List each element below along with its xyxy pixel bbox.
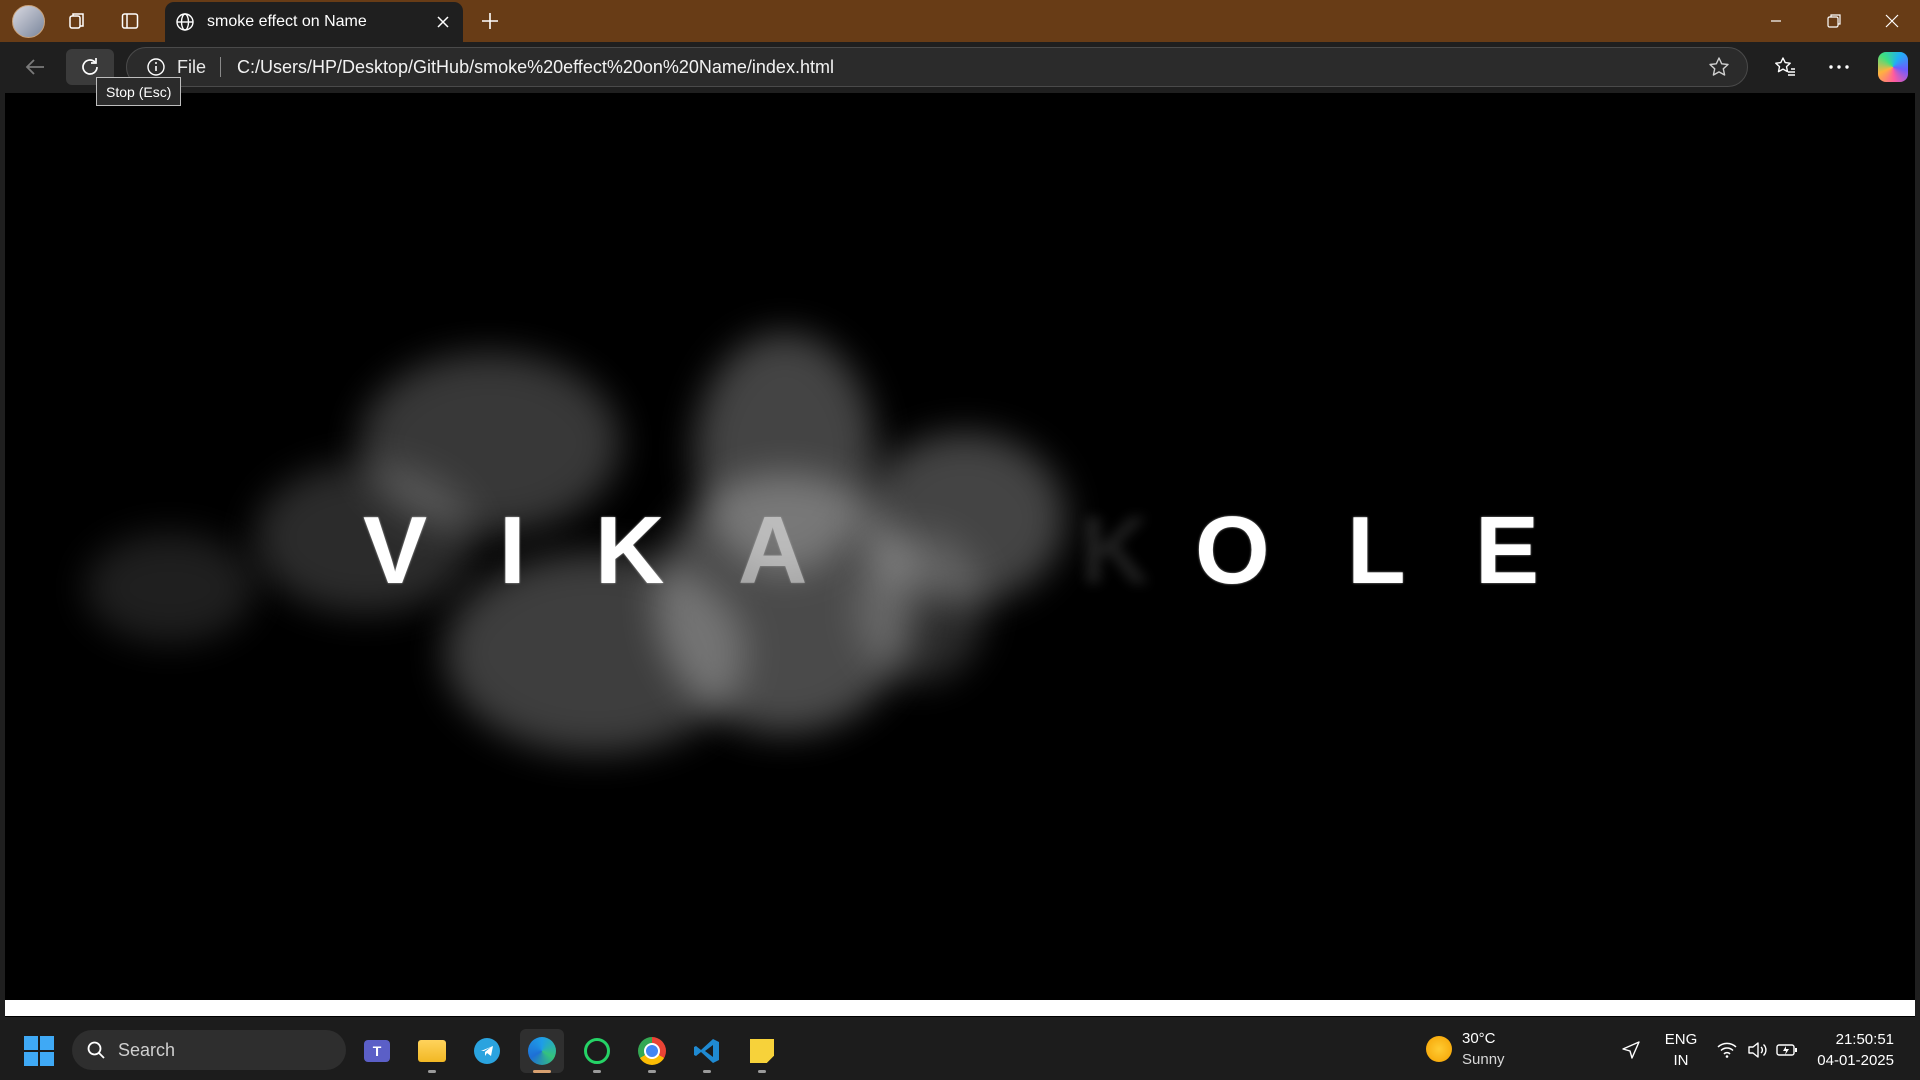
name-letter: K bbox=[595, 497, 665, 604]
weather-condition[interactable]: Sunny bbox=[1462, 1051, 1505, 1068]
vscode-icon[interactable] bbox=[685, 1029, 729, 1073]
language-region[interactable]: IN bbox=[1662, 1052, 1700, 1069]
more-icon[interactable] bbox=[1821, 50, 1857, 84]
back-arrow-icon[interactable] bbox=[18, 50, 52, 84]
edge-icon[interactable] bbox=[520, 1029, 564, 1073]
telegram-icon[interactable] bbox=[465, 1029, 509, 1073]
location-icon[interactable] bbox=[1618, 1037, 1644, 1063]
toolbar: File C:/Users/HP/Desktop/GitHub/smoke%20… bbox=[0, 42, 1920, 92]
search-label: Search bbox=[118, 1039, 176, 1060]
name-letter: I bbox=[499, 497, 526, 604]
star-icon[interactable] bbox=[1705, 53, 1733, 81]
tab-title: smoke effect on Name bbox=[207, 13, 367, 30]
wifi-icon[interactable] bbox=[1714, 1037, 1740, 1063]
page-bottom-strip bbox=[5, 1000, 1915, 1016]
page-viewport: V I K A K O L E bbox=[5, 93, 1915, 1017]
name-letter: L bbox=[1347, 497, 1406, 604]
globe-icon bbox=[173, 10, 197, 34]
language-code[interactable]: ENG bbox=[1662, 1031, 1700, 1048]
volume-icon[interactable] bbox=[1744, 1037, 1770, 1063]
name-letter: K bbox=[1080, 497, 1150, 604]
close-icon[interactable] bbox=[429, 8, 457, 36]
clock-date[interactable]: 04-01-2025 bbox=[1808, 1052, 1894, 1069]
name-letter: V bbox=[363, 497, 428, 604]
address-separator bbox=[220, 57, 222, 77]
address-bar[interactable]: File C:/Users/HP/Desktop/GitHub/smoke%20… bbox=[126, 47, 1748, 87]
taskbar: Search T 30°C Sunny ENG IN 21:50:51 04-0… bbox=[0, 1020, 1920, 1080]
active-tab[interactable]: smoke effect on Name bbox=[165, 2, 463, 42]
smoke-cloud bbox=[85, 533, 255, 643]
name-letter: O bbox=[1195, 497, 1270, 604]
address-scheme: File bbox=[177, 56, 207, 77]
favorites-icon[interactable] bbox=[1767, 50, 1803, 84]
clock-time[interactable]: 21:50:51 bbox=[1808, 1031, 1894, 1048]
sticky-notes-icon[interactable] bbox=[740, 1029, 784, 1073]
start-button[interactable] bbox=[24, 1036, 54, 1066]
weather-temperature[interactable]: 30°C bbox=[1462, 1030, 1496, 1047]
chrome-icon[interactable] bbox=[630, 1029, 674, 1073]
url-text[interactable]: C:/Users/HP/Desktop/GitHub/smoke%20effec… bbox=[237, 57, 1705, 78]
name-letter: E bbox=[1475, 497, 1540, 604]
smoke-cloud bbox=[855, 533, 985, 683]
workspaces-icon[interactable] bbox=[56, 0, 98, 42]
plus-icon[interactable] bbox=[474, 5, 506, 37]
teams-icon[interactable]: T bbox=[355, 1029, 399, 1073]
search-icon bbox=[86, 1040, 106, 1060]
info-icon[interactable] bbox=[145, 56, 167, 78]
name-letter: A bbox=[738, 497, 808, 604]
profile-avatar[interactable] bbox=[12, 5, 45, 38]
title-bar: smoke effect on Name bbox=[0, 0, 1920, 42]
minimize-icon[interactable] bbox=[1748, 0, 1804, 42]
taskbar-search[interactable]: Search bbox=[72, 1030, 346, 1070]
whatsapp-icon[interactable] bbox=[575, 1029, 619, 1073]
vertical-tabs-icon[interactable] bbox=[109, 0, 151, 42]
weather-sun-icon[interactable] bbox=[1426, 1036, 1452, 1062]
copilot-icon[interactable] bbox=[1878, 52, 1908, 82]
window-close-icon[interactable] bbox=[1864, 0, 1920, 42]
tooltip: Stop (Esc) bbox=[96, 77, 182, 106]
battery-icon[interactable] bbox=[1774, 1037, 1800, 1063]
restore-icon[interactable] bbox=[1806, 0, 1862, 42]
file-explorer-icon[interactable] bbox=[410, 1029, 454, 1073]
